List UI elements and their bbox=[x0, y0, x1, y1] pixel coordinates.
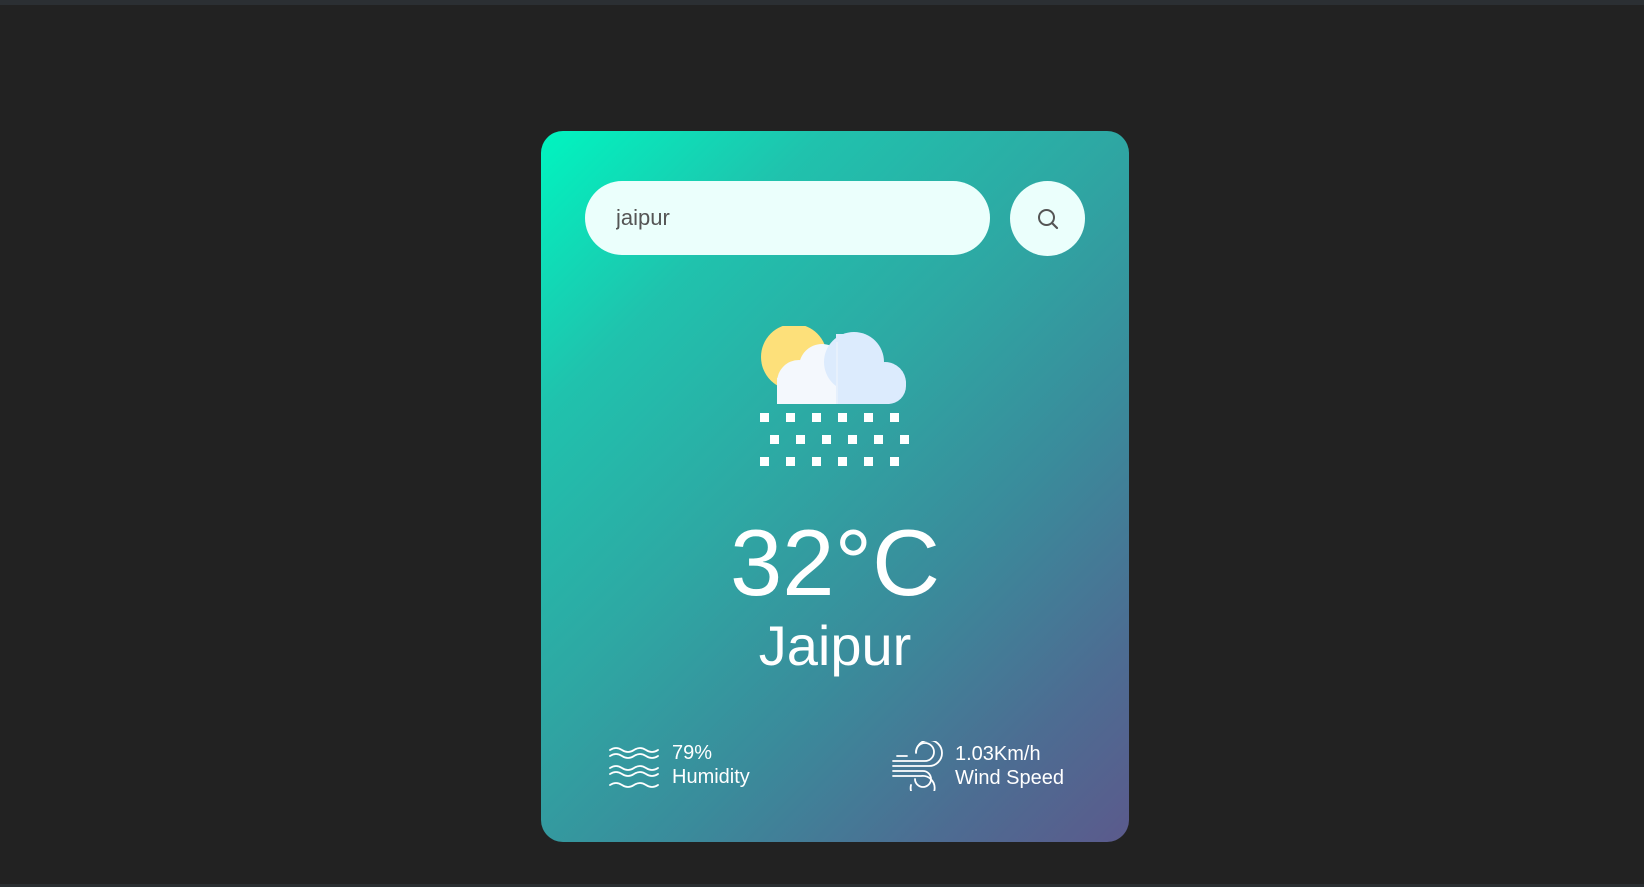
wind-icon bbox=[891, 741, 943, 791]
humidity-waves-icon bbox=[608, 742, 660, 788]
top-edge bbox=[0, 0, 1644, 5]
search-input[interactable] bbox=[585, 181, 990, 255]
weather-card: 32°C Jaipur 79% Humidity bbox=[541, 131, 1129, 842]
wind-label: Wind Speed bbox=[955, 767, 1064, 789]
temperature-value: 32°C bbox=[729, 510, 941, 615]
sun-cloud-rain-icon bbox=[760, 324, 912, 478]
humidity-value: 79% bbox=[672, 742, 713, 764]
wind-detail: 1.03Km/h Wind Speed bbox=[891, 741, 1064, 791]
humidity-detail: 79% Humidity bbox=[608, 741, 750, 789]
city-name: Jaipur bbox=[758, 614, 912, 677]
search-icon bbox=[1036, 207, 1060, 231]
wind-value: 1.03Km/h bbox=[955, 743, 1041, 765]
humidity-label: Humidity bbox=[672, 766, 750, 788]
search-button[interactable] bbox=[1010, 181, 1085, 256]
